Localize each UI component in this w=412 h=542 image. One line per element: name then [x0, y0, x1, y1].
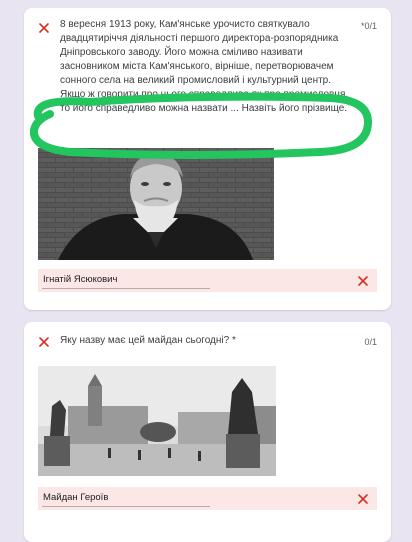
incorrect-x-icon [357, 275, 369, 287]
answer-underline [42, 506, 210, 507]
question-card-1: 8 вересня 1913 року, Кам'янське урочисто… [24, 8, 391, 310]
incorrect-x-icon [38, 336, 50, 348]
answer-text: Ігнатій Ясюкович [43, 274, 118, 285]
points-label: *0/1 [360, 21, 377, 31]
answer-row: Ігнатій Ясюкович [38, 269, 377, 292]
square-photo [38, 366, 276, 476]
answer-text: Майдан Героїв [43, 492, 109, 503]
question-card-2: Яку назву має цей майдан сьогодні? * 0/1 [24, 322, 391, 542]
question-text: 8 вересня 1913 року, Кам'янське урочисто… [60, 19, 349, 114]
answer-underline [42, 288, 210, 289]
incorrect-x-icon [38, 22, 50, 34]
points-label: 0/1 [364, 337, 377, 347]
portrait-photo [38, 148, 274, 260]
incorrect-x-icon [357, 493, 369, 505]
question-text: Яку назву має цей майдан сьогодні? * [60, 335, 236, 346]
answer-row: Майдан Героїв [38, 487, 377, 510]
